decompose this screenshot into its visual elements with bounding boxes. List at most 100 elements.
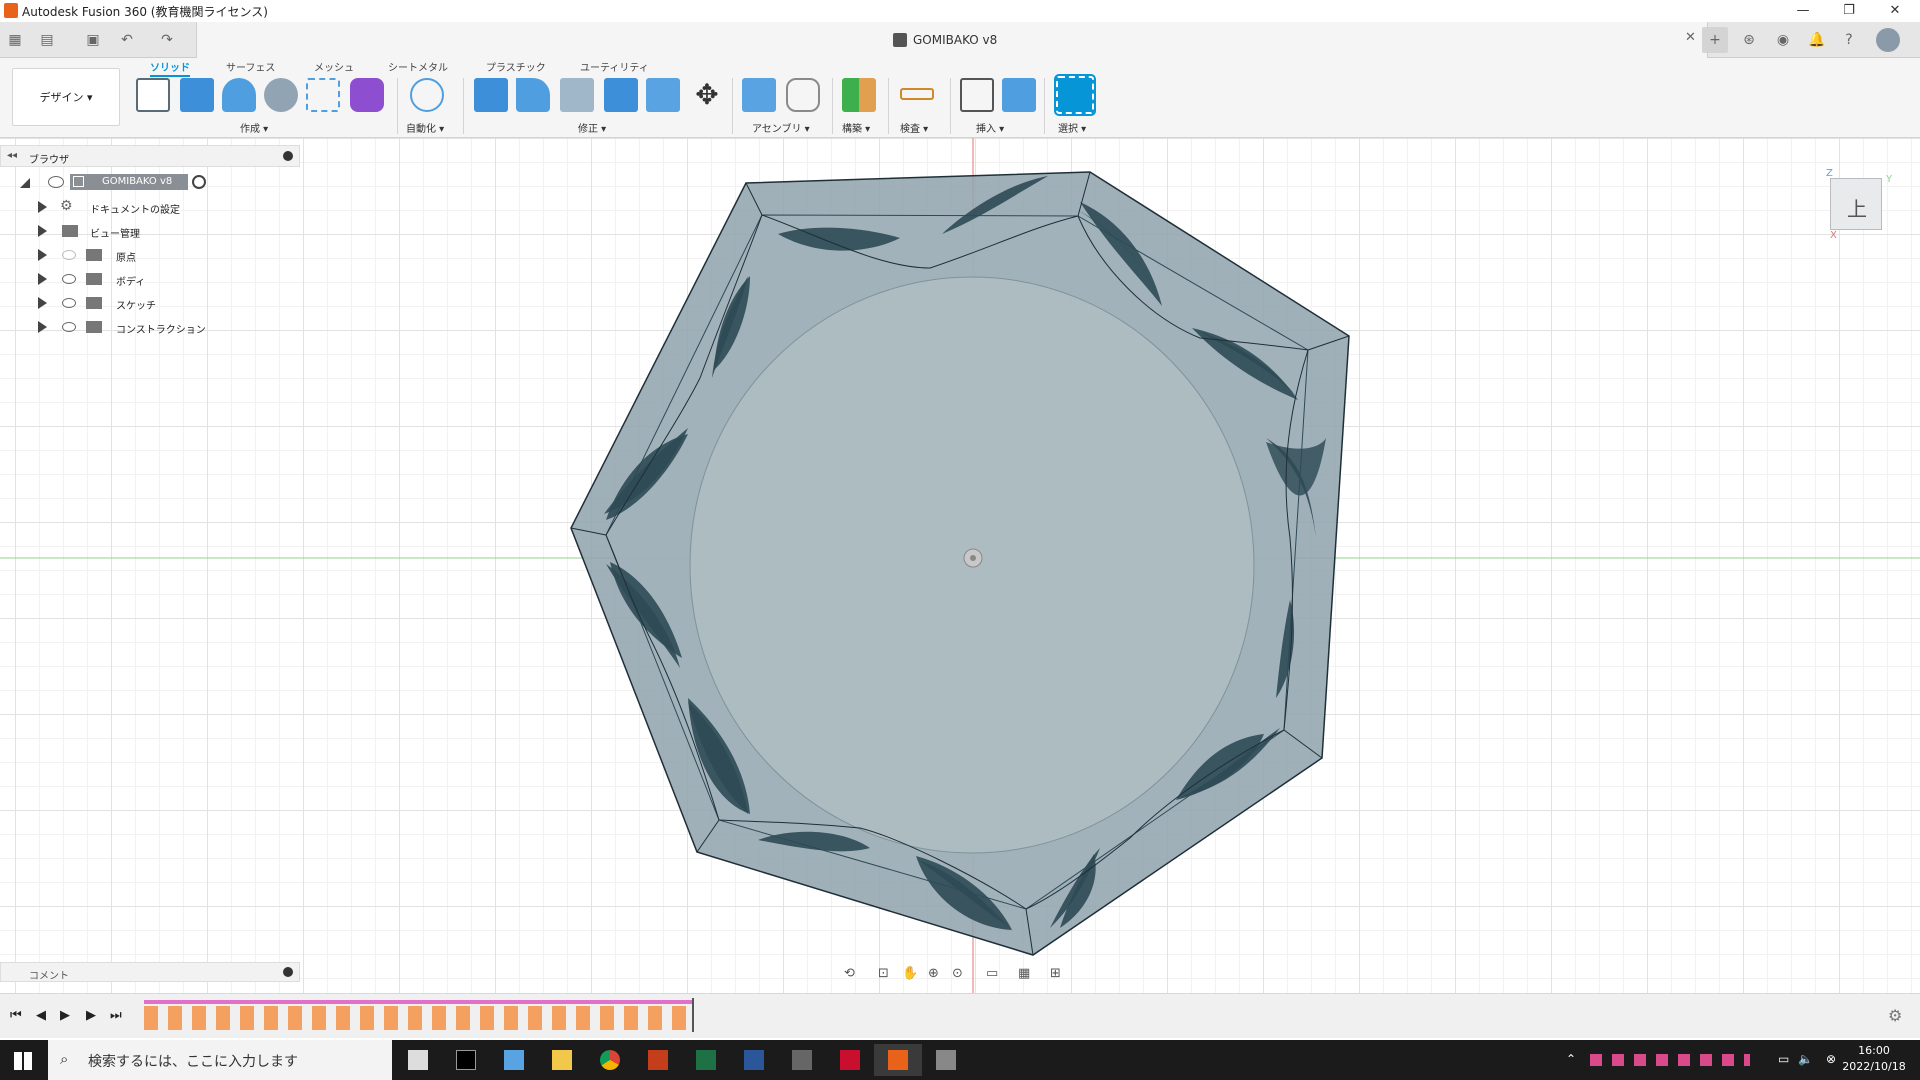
automate-icon[interactable] xyxy=(410,78,444,112)
combine-icon[interactable] xyxy=(604,78,638,112)
eye-icon[interactable] xyxy=(62,322,76,332)
fusion-taskbar-icon[interactable] xyxy=(874,1044,922,1076)
job-status-icon[interactable]: ◉ xyxy=(1772,29,1794,51)
browser-pin-icon[interactable] xyxy=(283,151,293,161)
group-insert[interactable]: 挿入 ▾ xyxy=(976,120,1004,135)
timeline-feature-icons[interactable] xyxy=(144,1006,694,1030)
restore-button[interactable]: ❐ xyxy=(1826,0,1872,22)
tree-item-named-views[interactable]: ビュー管理 xyxy=(0,220,300,242)
shell-icon[interactable] xyxy=(560,78,594,112)
group-assemble[interactable]: アセンブリ ▾ xyxy=(752,120,810,135)
tab-mesh[interactable]: メッシュ xyxy=(314,59,354,74)
eye-icon[interactable] xyxy=(62,274,76,284)
timeline-settings-icon[interactable]: ⚙ xyxy=(1888,1006,1902,1025)
minimize-button[interactable]: — xyxy=(1780,0,1826,22)
eye-icon[interactable] xyxy=(62,298,76,308)
zoom-window-icon[interactable]: ⊙ xyxy=(952,966,963,981)
taskbar-app-icon[interactable] xyxy=(394,1044,442,1076)
new-tab-icon[interactable]: + xyxy=(1702,27,1728,53)
tree-root[interactable]: GOMIBAKO v8 xyxy=(0,172,300,194)
display-settings-icon[interactable]: ▭ xyxy=(986,966,998,981)
close-tab-icon[interactable]: ✕ xyxy=(1685,30,1696,45)
apps-grid-icon[interactable]: ▦ xyxy=(4,29,26,51)
new-component-icon[interactable] xyxy=(742,78,776,112)
play-icon[interactable]: ▶ xyxy=(60,1008,70,1023)
file-explorer-icon[interactable] xyxy=(538,1044,586,1076)
group-automate[interactable]: 自動化 ▾ xyxy=(406,120,444,135)
volume-icon[interactable]: 🔈 xyxy=(1798,1052,1813,1066)
measure-icon[interactable] xyxy=(900,88,934,100)
browser-panel-header[interactable]: ◂◂ ブラウザ xyxy=(0,145,300,167)
view-cube[interactable]: 上 xyxy=(1830,178,1882,230)
taskbar-app-icon[interactable] xyxy=(778,1044,826,1076)
viewports-icon[interactable]: ⊞ xyxy=(1050,966,1061,981)
tree-item-document-settings[interactable]: ⚙ ドキュメントの設定 xyxy=(0,196,300,218)
taskbar-app-icon[interactable] xyxy=(490,1044,538,1076)
add-comment-icon[interactable] xyxy=(283,967,293,977)
tab-utility[interactable]: ユーティリティ xyxy=(580,59,649,74)
extrude-icon[interactable] xyxy=(180,78,214,112)
rectangular-pattern-icon[interactable] xyxy=(306,78,340,112)
avatar[interactable] xyxy=(1876,28,1900,52)
expand-icon[interactable] xyxy=(38,201,47,213)
extensions-icon[interactable]: ⊛ xyxy=(1738,29,1760,51)
expand-icon[interactable] xyxy=(38,273,47,285)
look-at-icon[interactable]: ⊡ xyxy=(878,966,889,981)
tree-item-bodies[interactable]: ボディ xyxy=(0,268,300,290)
timeline-playhead[interactable] xyxy=(692,998,694,1032)
expand-icon[interactable] xyxy=(38,249,47,261)
tree-item-sketches[interactable]: スケッチ xyxy=(0,292,300,314)
tab-surface[interactable]: サーフェス xyxy=(226,59,275,74)
insert-derive-icon[interactable] xyxy=(960,78,994,112)
taskbar-app-icon[interactable] xyxy=(922,1044,970,1076)
expand-icon[interactable] xyxy=(38,321,47,333)
start-icon[interactable] xyxy=(14,1052,32,1070)
group-modify[interactable]: 修正 ▾ xyxy=(578,120,606,135)
excel-icon[interactable] xyxy=(682,1044,730,1076)
taskbar-search[interactable]: ⌕ 検索するには、ここに入力します xyxy=(48,1040,392,1080)
word-icon[interactable] xyxy=(730,1044,778,1076)
comments-panel[interactable]: コメント xyxy=(0,962,300,982)
save-icon[interactable]: ▣ xyxy=(82,29,104,51)
help-icon[interactable]: ? xyxy=(1838,29,1860,51)
hole-icon[interactable] xyxy=(264,78,298,112)
chrome-icon[interactable] xyxy=(586,1044,634,1076)
expand-icon[interactable] xyxy=(38,225,47,237)
tab-plastic[interactable]: プラスチック xyxy=(486,59,546,74)
form-icon[interactable] xyxy=(350,78,384,112)
workspace-switcher[interactable]: デザイン ▾ xyxy=(12,68,120,126)
tab-sheet-metal[interactable]: シートメタル xyxy=(388,59,448,74)
group-select[interactable]: 選択 ▾ xyxy=(1058,120,1086,135)
go-to-end-icon[interactable]: ⏭ xyxy=(110,1008,122,1023)
group-create[interactable]: 作成 ▾ xyxy=(240,120,268,135)
tree-item-construction[interactable]: コンストラクション xyxy=(0,316,300,338)
powerpoint-icon[interactable] xyxy=(634,1044,682,1076)
root-component[interactable]: GOMIBAKO v8 xyxy=(70,174,188,190)
ime-icon[interactable]: ⊗ xyxy=(1826,1052,1836,1066)
step-forward-icon[interactable]: ▶ xyxy=(86,1008,96,1023)
group-inspect[interactable]: 検査 ▾ xyxy=(900,120,928,135)
pan-icon[interactable]: ✋ xyxy=(902,966,918,981)
create-sketch-icon[interactable] xyxy=(136,78,170,112)
grid-settings-icon[interactable]: ▦ xyxy=(1018,966,1030,981)
collapse-root-icon[interactable] xyxy=(20,178,30,188)
hidden-eye-icon[interactable] xyxy=(62,250,76,260)
activate-radio-icon[interactable] xyxy=(192,175,206,189)
revolve-icon[interactable] xyxy=(222,78,256,112)
select-icon[interactable] xyxy=(1054,74,1096,116)
step-back-icon[interactable]: ◀ xyxy=(36,1008,46,1023)
notifications-icon[interactable]: 🔔 xyxy=(1806,29,1828,51)
press-pull-icon[interactable] xyxy=(474,78,508,112)
go-to-start-icon[interactable]: ⏮ xyxy=(10,1008,22,1023)
terminal-icon[interactable] xyxy=(442,1044,490,1076)
eye-icon[interactable] xyxy=(48,176,64,188)
canvas-icon[interactable] xyxy=(1002,78,1036,112)
undo-icon[interactable]: ↶ xyxy=(116,29,138,51)
solidworks-icon[interactable] xyxy=(826,1044,874,1076)
tray-overflow-icon[interactable]: ⌃ xyxy=(1566,1052,1576,1066)
move-icon[interactable]: ✥ xyxy=(690,78,724,112)
collapse-browser-icon[interactable]: ◂◂ xyxy=(7,150,17,161)
joint-icon[interactable] xyxy=(786,78,820,112)
split-body-icon[interactable] xyxy=(646,78,680,112)
system-clock[interactable]: 16:00 2022/10/18 xyxy=(1836,1043,1912,1075)
